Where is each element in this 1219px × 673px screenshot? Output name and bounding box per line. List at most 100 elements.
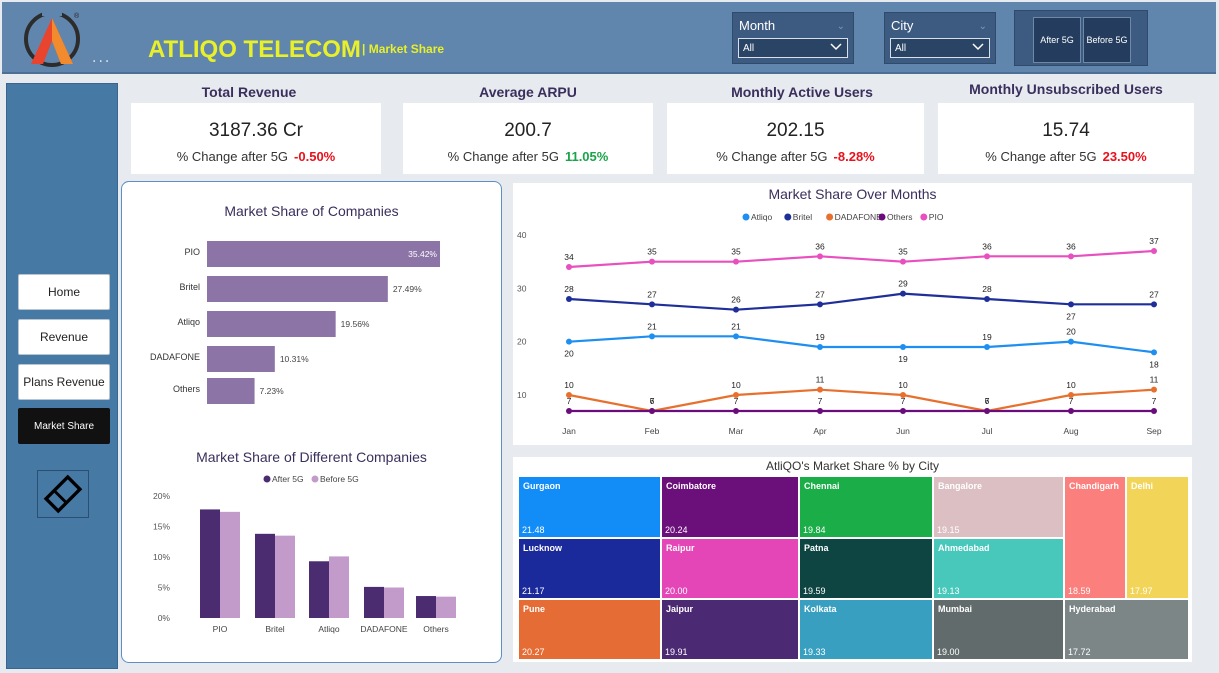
treemap-cell[interactable]: Ahmedabad 19.13 [933,538,1064,599]
data-label: 18 [1149,359,1159,369]
series-point [1151,301,1157,308]
treemap-value-label: 19.15 [937,525,960,535]
treemap-cell[interactable]: Hyderabad 17.72 [1064,599,1189,660]
kpi-value: 3187.36 Cr [208,120,303,141]
treemap-cell[interactable]: Kolkata 19.33 [799,599,933,660]
data-label: 21 [731,321,741,331]
treemap-cell[interactable]: Patna 19.59 [799,538,933,599]
treemap-cell[interactable]: Jaipur 19.91 [661,599,799,660]
city-slicer: City ⌄ All [884,12,996,64]
y-tick-label: 0% [158,613,171,623]
series-point [733,306,739,313]
data-label: 7 [818,396,823,406]
nav-plans-revenue-button[interactable]: Plans Revenue [18,364,110,400]
legend-marker [263,475,271,483]
data-label: 28 [982,284,992,294]
data-label: 6 [985,396,990,406]
city-dropdown[interactable]: All [890,38,990,58]
bar-data-label: 19.56% [341,319,370,329]
kpi-change: % Change after 5G 23.50% [938,149,1194,164]
month-dropdown[interactable]: All [738,38,848,58]
y-tick-label: 40 [517,230,527,240]
before-5g-button[interactable]: Before 5G [1083,17,1131,63]
bar [207,276,388,302]
treemap-cell[interactable]: Mumbai 19.00 [933,599,1064,660]
kpi-change: % Change after 5G 11.05% [403,149,653,164]
chevron-down-icon [972,43,984,51]
bar-data-label: 35.42% [408,249,437,259]
bar [275,535,295,618]
data-label: 27 [1066,311,1076,321]
nav-revenue-button[interactable]: Revenue [18,319,110,355]
after-5g-button[interactable]: After 5G [1033,17,1081,63]
series-point [1068,408,1074,414]
treemap-city-label: Lucknow [523,543,563,553]
bar [436,596,456,618]
data-label: 20 [1066,327,1076,337]
treemap-cell[interactable]: Gurgaon 21.48 [518,476,661,538]
series-point [900,408,906,414]
kpi-title-monthly-unsubscribed-users: Monthly Unsubscribed Users [969,81,1163,97]
treemap-cell[interactable]: Raipur 20.00 [661,538,799,599]
data-label: 7 [734,396,739,406]
series-point [649,408,655,414]
x-tick-label: Aug [1063,426,1078,436]
x-tick-label: DADAFONE [360,624,408,634]
treemap-cell[interactable]: Coimbatore 20.24 [661,476,799,538]
bar-category-label: Others [173,384,201,394]
data-label: 6 [650,396,655,406]
treemap-city-label: Coimbatore [666,481,717,491]
month-dropdown-value: All [743,43,755,54]
treemap-cell[interactable]: Delhi 17.97 [1126,476,1189,599]
series-point [733,333,739,340]
x-tick-label: Sep [1146,426,1161,436]
more-options-icon[interactable]: ... [92,50,111,66]
y-tick-label: 30 [517,283,527,293]
data-label: 36 [982,241,992,251]
series-point [1151,349,1157,356]
treemap-value-label: 17.72 [1068,647,1091,657]
brand-title: ATLIQO TELECOM [148,36,361,63]
treemap-cell[interactable]: Bangalore 19.15 [933,476,1064,538]
y-tick-label: 20 [517,337,527,347]
sidebar: Home Revenue Plans Revenue Market Share [6,83,118,669]
nav-home-button[interactable]: Home [18,274,110,310]
eraser-icon[interactable] [37,470,89,518]
treemap-cell[interactable]: Lucknow 21.17 [518,538,661,599]
series-point [1151,386,1157,393]
5g-toggle: After 5G Before 5G [1014,10,1148,66]
data-label: 27 [815,289,825,299]
data-label: 10 [1066,380,1076,390]
treemap-value-label: 21.48 [522,525,545,535]
kpi-change: % Change after 5G -8.28% [667,149,924,164]
x-tick-label: Atliqo [318,624,340,634]
data-label: 11 [1150,375,1159,385]
bar [220,511,240,618]
series-point [1068,301,1074,308]
treemap-cell[interactable]: Chennai 19.84 [799,476,933,538]
treemap-cell[interactable]: Pune 20.27 [518,599,661,660]
bar [207,346,275,372]
kpi-change-label: % Change after 5G [447,149,559,164]
bar [384,587,404,618]
data-label: 37 [1149,236,1159,246]
series-point [900,290,906,297]
data-label: 27 [647,289,657,299]
series-point [984,253,990,260]
treemap-city-label: Gurgaon [523,481,561,491]
treemap-value-label: 20.27 [522,647,545,657]
y-tick-label: 10 [517,390,527,400]
treemap-cell[interactable]: Chandigarh 18.59 [1064,476,1126,599]
series-point [817,253,823,260]
series-point [649,333,655,340]
series-point [900,258,906,265]
data-label: 10 [731,380,741,390]
treemap-value-label: 17.97 [1130,586,1153,596]
nav-market-share-button[interactable]: Market Share [18,408,110,444]
series-point [817,301,823,308]
legend-label: PIO [929,212,944,222]
bar [255,533,275,618]
legend-marker [826,213,834,221]
city-share-panel: AtliQO's Market Share % by City Gurgaon 2… [513,457,1192,662]
data-label: 28 [564,284,574,294]
